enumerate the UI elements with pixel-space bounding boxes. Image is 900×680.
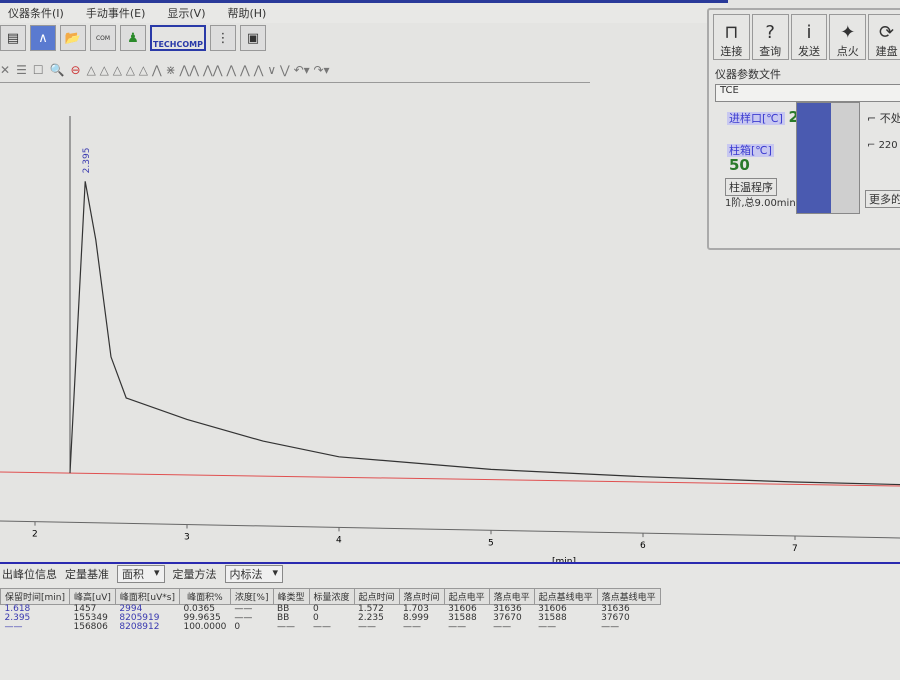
table-column-cells: 2994 8205919 8208912	[119, 604, 160, 632]
build-button[interactable]: ⟳ 建盘	[868, 14, 900, 60]
basis-label: 定量基准	[65, 568, 109, 581]
table-icon[interactable]: ☰	[16, 63, 27, 77]
column-header[interactable]: 峰面积%	[178, 588, 231, 605]
column-header[interactable]: 起点时间	[353, 588, 400, 605]
table-column-cells: 31606 31588 ——	[448, 604, 477, 632]
program-info: 1阶,总9.00min	[725, 198, 796, 209]
column-header[interactable]: 保留时间[min]	[0, 588, 70, 605]
peak-table: 保留时间[min] 峰高[uV] 峰面积[uV*s] 峰面积% 浓度[%] 峰类型 标量浓度…	[0, 588, 661, 632]
peak-tools-icon[interactable]: △ △ △ △ △ ⋀ ⋇ ⋀⋀ ⋀⋀ ⋀ ⋀ ⋀ ∨ ⋁ ↶▾ ↷▾	[87, 63, 330, 77]
table-column-cells: 1.572 2.235 ——	[358, 604, 384, 632]
oven-actual: 50	[729, 156, 750, 174]
checkbox-2[interactable]: ⌐ 220	[867, 140, 898, 151]
table-column-cells: 1.703 8.999 ——	[403, 604, 429, 632]
ignite-icon: ✦	[840, 22, 856, 43]
x-tick-label: 5	[488, 538, 494, 548]
column-header[interactable]: 峰高[uV]	[69, 588, 116, 605]
basis-select[interactable]: 面积 ▾	[117, 565, 165, 583]
baseline	[0, 471, 900, 487]
peak-info-title: 出峰位信息	[2, 568, 57, 581]
column-header[interactable]: 峰类型	[272, 588, 310, 605]
techcomp-logo: TECHCOMP	[150, 25, 206, 51]
x-axis	[0, 520, 900, 539]
column-header[interactable]: 落点基线电平	[596, 588, 661, 605]
question-button[interactable]: ? 查询	[751, 14, 789, 60]
x-tick-label: 6	[640, 541, 646, 551]
open-folder-icon[interactable]: 📂	[60, 25, 86, 51]
column-header[interactable]: 落点时间	[398, 588, 445, 605]
instrument-panel: ⊓连接?查询i发送✦点火⟳建盘 仪器参数文件 TCE 进样口[℃] 250 25…	[707, 8, 900, 250]
print-icon[interactable]: ▣	[240, 25, 266, 51]
main-toolbar: ▤ ∧ 📂 COM ♟ TECHCOMP ⋮ ▣	[0, 22, 300, 54]
report-icon[interactable]: ▤	[0, 25, 26, 51]
cursor-icon[interactable]: ⋮	[210, 25, 236, 51]
button-label: 点火	[836, 45, 859, 58]
table-column-cells: 0.0365 99.9635 100.0000	[183, 604, 227, 632]
menu-help[interactable]: 帮助(H)	[227, 5, 266, 21]
connect-icon: ⊓	[724, 22, 739, 43]
run-icon[interactable]: ♟	[120, 25, 146, 51]
question-icon: ?	[765, 22, 775, 43]
chevron-down-icon: ▾	[272, 566, 279, 579]
menu-events[interactable]: 手动事件(E)	[86, 5, 146, 21]
connect-button[interactable]: ⊓ 连接	[713, 14, 750, 60]
checkbox-1[interactable]: ⌐ 不处	[867, 110, 900, 126]
ignite-button[interactable]: ✦ 点火	[829, 14, 867, 60]
button-label: 发送	[797, 45, 820, 58]
com-port-button[interactable]: COM	[90, 25, 116, 51]
menu-view[interactable]: 显示(V)	[167, 5, 205, 21]
param-file-label: 仪器参数文件	[715, 68, 781, 81]
gc-instrument-image	[796, 102, 860, 214]
cut-icon[interactable]: ✕	[0, 63, 10, 77]
x-tick-label: 2	[32, 530, 38, 540]
table-column-cells: 31606 31588 ——	[538, 604, 567, 632]
peak-info-panel: 出峰位信息 定量基准 面积 ▾ 定量方法 内标法 ▾ 保留时间[min] 峰高[uV]…	[0, 562, 900, 680]
column-header[interactable]: 起点电平	[443, 588, 490, 605]
button-label: 查询	[759, 45, 782, 58]
table-column-cells: BB BB ——	[277, 604, 295, 632]
method-label: 定量方法	[172, 568, 217, 581]
column-header[interactable]: 峰面积[uV*s]	[114, 588, 180, 605]
clock-icon[interactable]: ⊖	[71, 63, 81, 77]
x-tick-label: 4	[336, 535, 342, 545]
column-header[interactable]: 起点基线电平	[533, 588, 598, 605]
column-header[interactable]: 浓度[%]	[229, 588, 274, 605]
peak-label: 2.395	[82, 148, 92, 174]
param-file-input[interactable]: TCE	[715, 84, 900, 102]
menu-bar: 仪器条件(I) 手动事件(E) 显示(V) 帮助(H)	[0, 0, 728, 23]
info-button[interactable]: i 发送	[790, 14, 828, 60]
more-button[interactable]: 更多的	[865, 190, 900, 208]
method-select[interactable]: 内标法 ▾	[224, 565, 284, 583]
build-icon: ⟳	[879, 22, 895, 43]
table-column-cells: 1.618 2.395 ——	[4, 604, 31, 632]
table-column-cells: 31636 37670 ——	[493, 604, 522, 632]
table-column-cells: 0 0 ——	[313, 604, 332, 632]
menu-instrument[interactable]: 仪器条件(I)	[8, 5, 64, 21]
info-icon: i	[806, 22, 812, 43]
inlet-label: 进样口[℃]	[727, 112, 785, 125]
table-column-cells: 1457 155349 156806	[73, 604, 108, 632]
column-header[interactable]: 标量浓度	[308, 588, 355, 605]
preview-icon[interactable]: 🔍	[50, 63, 65, 77]
table-column-cells: 31636 37670 ——	[601, 604, 630, 632]
button-label: 连接	[720, 45, 743, 58]
button-label: 建盘	[875, 45, 898, 58]
window-icon[interactable]: ☐	[33, 63, 44, 77]
column-header[interactable]: 落点电平	[488, 588, 535, 605]
x-tick-label: 7	[792, 544, 798, 554]
chevron-down-icon: ▾	[154, 566, 160, 579]
chromatogram-icon[interactable]: ∧	[30, 25, 56, 51]
table-column-cells: —— —— 0	[234, 604, 253, 632]
x-tick-label: 3	[184, 533, 190, 543]
peak-toolbar: ✕ ☰ ☐ 🔍 ⊖ △ △ △ △ △ ⋀ ⋇ ⋀⋀ ⋀⋀ ⋀ ⋀ ⋀ ∨ ⋁ ↶▾ ↷…	[0, 58, 590, 83]
